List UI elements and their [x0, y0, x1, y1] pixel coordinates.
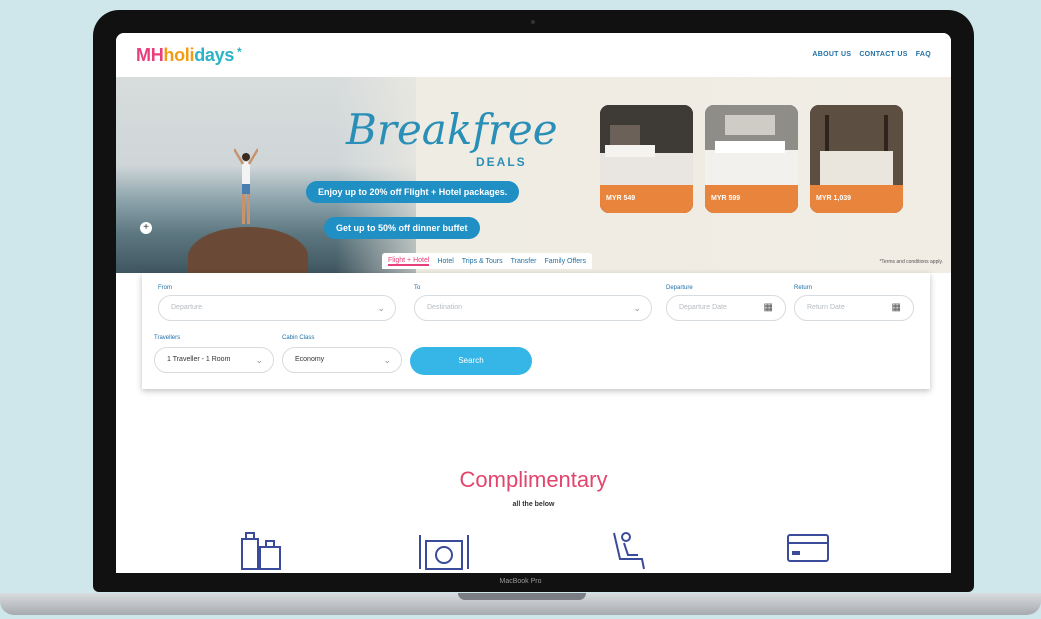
deal-price: MYR 599 [705, 185, 798, 213]
seat-icon [613, 532, 645, 570]
calendar-icon: ▦ [891, 302, 901, 313]
return-date-placeholder: Return Date [807, 304, 845, 311]
browser-screen: MHholidays * ABOUT US CONTACT US FAQ + Br… [116, 33, 951, 573]
nav-faq[interactable]: FAQ [916, 51, 931, 58]
chevron-down-icon: ⌄ [633, 303, 641, 313]
from-select[interactable]: Departure ⌄ [158, 295, 396, 321]
departure-date-field[interactable]: Departure Date ▦ [666, 295, 786, 321]
tab-family-offers[interactable]: Family Offers [544, 258, 586, 265]
deal-price: MYR 549 [600, 185, 693, 213]
complimentary-title: Complimentary [459, 467, 608, 492]
mhholidays-logo[interactable]: MHholidays * [136, 45, 242, 66]
laptop-notch [458, 593, 586, 600]
hero-title: Breakfree [346, 105, 558, 154]
calendar-icon: ▦ [763, 302, 773, 313]
cabin-class-value: Economy [295, 356, 325, 363]
hotel-room-photo [705, 105, 798, 185]
person-figure [234, 148, 258, 224]
deal-card[interactable]: MYR 599 [705, 105, 798, 213]
search-button[interactable]: Search [410, 347, 532, 375]
hero-subtitle: DEALS [476, 155, 527, 169]
logo-mh: MH [136, 45, 164, 65]
chevron-down-icon: ⌄ [383, 355, 391, 365]
chevron-down-icon: ⌄ [377, 303, 385, 313]
to-label: To [414, 285, 421, 291]
departure-date-label: Departure [666, 285, 693, 291]
to-select[interactable]: Destination ⌄ [414, 295, 652, 321]
top-nav: ABOUT US CONTACT US FAQ [812, 51, 931, 58]
terms-note: *Terms and conditions apply. [879, 259, 943, 265]
deal-cards: MYR 549 MYR 599 MYR 1,039 [600, 105, 903, 213]
credit-card-icon [787, 534, 829, 562]
cabin-class-select[interactable]: Economy ⌄ [282, 347, 402, 373]
tab-transfer[interactable]: Transfer [511, 258, 537, 265]
logo-holi: holi [163, 45, 195, 65]
tab-hotel[interactable]: Hotel [437, 258, 453, 265]
deal-price: MYR 1,039 [810, 185, 903, 213]
from-label: From [158, 285, 172, 291]
chevron-down-icon: ⌄ [255, 355, 263, 365]
cabin-class-label: Cabin Class [282, 335, 315, 341]
logo-star: * [237, 45, 242, 59]
deal-card[interactable]: MYR 1,039 [810, 105, 903, 213]
from-placeholder: Departure [171, 304, 203, 311]
tab-trips-tours[interactable]: Trips & Tours [462, 258, 503, 265]
deal-card[interactable]: MYR 549 [600, 105, 693, 213]
booking-tabs: Flight + Hotel Hotel Trips & Tours Trans… [382, 253, 592, 269]
luggage-icon [241, 532, 281, 570]
return-date-label: Return [794, 285, 813, 291]
nav-about-us[interactable]: ABOUT US [812, 51, 851, 58]
return-date-field[interactable]: Return Date ▦ [794, 295, 914, 321]
hotel-room-photo [810, 105, 903, 185]
nav-contact-us[interactable]: CONTACT US [859, 51, 907, 58]
site-header: MHholidays * ABOUT US CONTACT US FAQ [116, 33, 951, 77]
tab-flight-hotel[interactable]: Flight + Hotel [388, 257, 430, 266]
device-label: MacBook Pro [499, 578, 542, 585]
meal-icon [419, 535, 469, 570]
camera-dot [531, 20, 535, 24]
complimentary-subtitle: all the below [512, 501, 555, 508]
departure-date-placeholder: Departure Date [679, 304, 727, 311]
hero-banner[interactable]: + Breakfree DEALS Enjoy up to 20% off Fl… [116, 77, 951, 273]
promo-pill-dinner[interactable]: Get up to 50% off dinner buffet [324, 217, 480, 239]
travellers-select[interactable]: 1 Traveller - 1 Room ⌄ [154, 347, 274, 373]
promo-pill-flight-hotel[interactable]: Enjoy up to 20% off Flight + Hotel packa… [306, 181, 520, 203]
travellers-value: 1 Traveller - 1 Room [167, 356, 231, 363]
to-placeholder: Destination [427, 304, 463, 311]
search-form: From Departure ⌄ To Destination ⌄ Depart… [142, 273, 930, 389]
zoom-plus-icon[interactable]: + [140, 222, 152, 234]
logo-days: days [194, 45, 235, 65]
travellers-label: Travellers [154, 335, 181, 341]
hotel-room-photo [600, 105, 693, 185]
